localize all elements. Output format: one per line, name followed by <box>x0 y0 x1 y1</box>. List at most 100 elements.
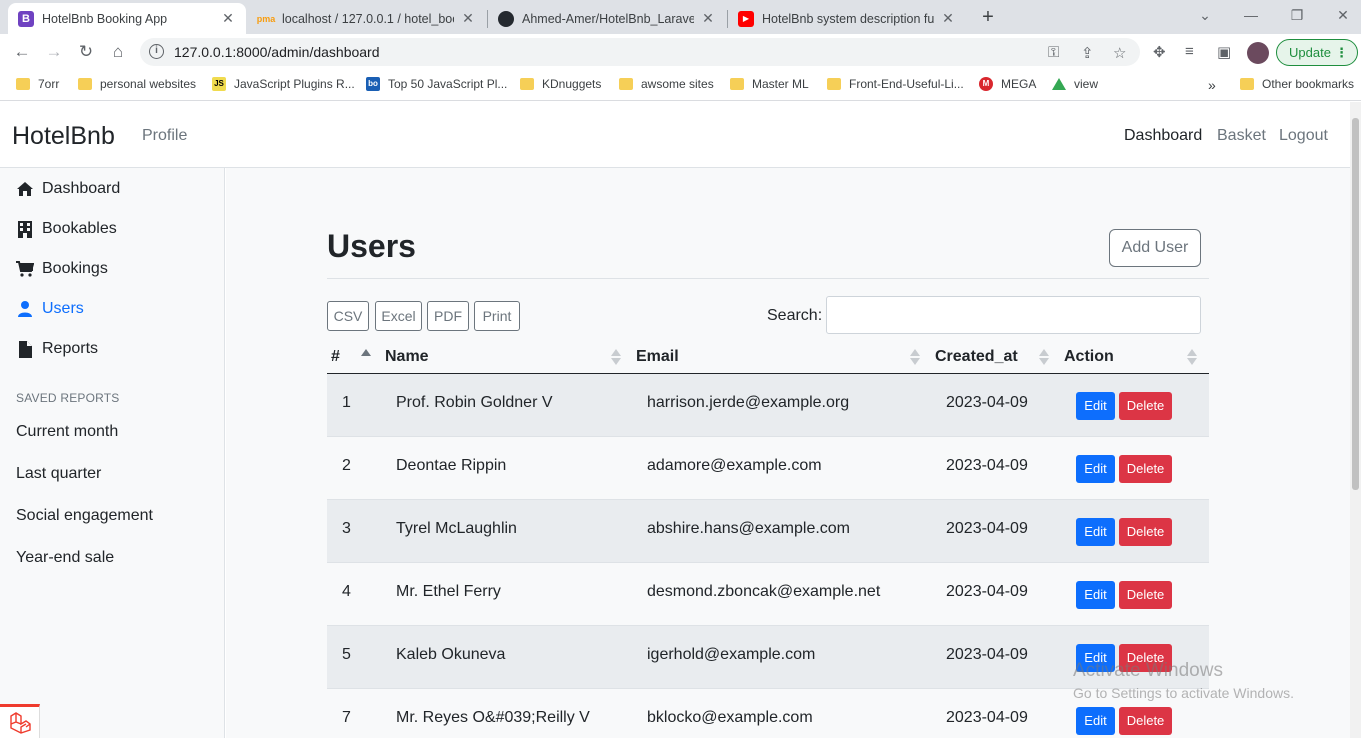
print-button[interactable]: Print <box>474 301 520 331</box>
folder-icon <box>520 78 534 90</box>
bookmark-item[interactable]: bo Top 50 JavaScript Pl... <box>366 77 507 91</box>
saved-report-current-month[interactable]: Current month <box>16 423 118 441</box>
column-header-name[interactable]: Name <box>385 348 429 366</box>
saved-report-last-quarter[interactable]: Last quarter <box>16 465 101 483</box>
update-button[interactable]: Update ⋮ <box>1276 39 1358 66</box>
add-user-button[interactable]: Add User <box>1109 229 1201 267</box>
table-row: 3 Tyrel McLaughlin abshire.hans@example.… <box>327 500 1209 563</box>
browser-tab[interactable]: pma localhost / 127.0.0.1 / hotel_book ✕ <box>248 3 486 34</box>
building-icon <box>16 220 34 238</box>
media-icon[interactable]: ≡ <box>1185 43 1194 60</box>
bookmark-item[interactable]: JS JavaScript Plugins R... <box>212 77 355 91</box>
column-header-created-at[interactable]: Created_at <box>935 348 1018 366</box>
close-tab-icon[interactable]: ✕ <box>220 10 236 27</box>
folder-icon <box>619 78 633 90</box>
cell-email: abshire.hans@example.com <box>647 520 851 537</box>
address-url[interactable]: 127.0.0.1:8000/admin/dashboard <box>174 44 380 60</box>
bookmark-star-icon[interactable]: ☆ <box>1113 44 1126 62</box>
back-button[interactable]: ← <box>10 41 34 63</box>
phpmyadmin-favicon-icon: pma <box>256 13 276 24</box>
folder-icon <box>827 78 841 90</box>
cell-id: 5 <box>342 646 351 663</box>
key-icon[interactable]: ⚿ <box>1048 44 1059 61</box>
edit-button[interactable]: Edit <box>1076 707 1115 735</box>
delete-button[interactable]: Delete <box>1119 455 1172 483</box>
sidebar-item-dashboard[interactable]: Dashboard <box>16 180 120 198</box>
tab-title: HotelBnb system description full <box>762 11 934 26</box>
bookmark-item[interactable]: KDnuggets <box>520 77 601 91</box>
sort-ascending-icon[interactable] <box>361 349 371 365</box>
column-header-email[interactable]: Email <box>636 348 679 366</box>
saved-report-social-engagement[interactable]: Social engagement <box>16 507 153 525</box>
home-button[interactable]: ⌂ <box>106 41 130 63</box>
close-window-button[interactable]: ✕ <box>1328 4 1358 26</box>
bookmark-item[interactable]: Other bookmarks <box>1240 77 1354 91</box>
share-icon[interactable]: ⇪ <box>1081 44 1094 62</box>
edit-button[interactable]: Edit <box>1076 518 1115 546</box>
sidebar-item-reports[interactable]: Reports <box>16 340 98 358</box>
bookmark-item[interactable]: view <box>1052 77 1098 91</box>
bookmark-label: Front-End-Useful-Li... <box>849 77 964 91</box>
sidebar-item-label: Reports <box>42 340 99 357</box>
bookmark-item[interactable]: Master ML <box>730 77 809 91</box>
browser-tab[interactable]: ▶ HotelBnb system description full ✕ <box>728 3 966 34</box>
scrollbar-thumb[interactable] <box>1352 118 1359 490</box>
restore-button[interactable]: ❐ <box>1282 4 1312 26</box>
site-info-icon[interactable]: i <box>149 44 164 59</box>
nav-profile-link[interactable]: Profile <box>142 127 187 145</box>
browser-tab[interactable]: B HotelBnb Booking App ✕ <box>8 3 246 34</box>
menu-dots-icon: ⋮ <box>1335 45 1348 60</box>
windows-activation-watermark: Activate Windows Go to Settings to activ… <box>1073 660 1294 701</box>
browser-tab[interactable]: Ahmed-Amer/HotelBnb_Laravel_ ✕ <box>488 3 726 34</box>
nav-dashboard-link[interactable]: Dashboard <box>1124 127 1202 145</box>
edit-button[interactable]: Edit <box>1076 392 1115 420</box>
bookmarks-overflow-button[interactable]: » <box>1208 77 1216 93</box>
edit-button[interactable]: Edit <box>1076 581 1115 609</box>
reload-button[interactable]: ↻ <box>74 41 98 63</box>
folder-icon <box>78 78 92 90</box>
laravel-debugbar-badge[interactable] <box>0 704 40 738</box>
delete-button[interactable]: Delete <box>1119 392 1172 420</box>
bookmark-item[interactable]: personal websites <box>78 77 196 91</box>
export-csv-button[interactable]: CSV <box>327 301 369 331</box>
saved-report-year-end-sale[interactable]: Year-end sale <box>16 549 114 567</box>
bookmark-item[interactable]: M MEGA <box>979 77 1036 91</box>
tab-search-icon[interactable]: ⌄ <box>1190 4 1220 26</box>
sort-icon[interactable] <box>1039 349 1049 365</box>
cell-created-at: 2023-04-09 <box>946 394 1028 411</box>
delete-button[interactable]: Delete <box>1119 518 1172 546</box>
close-tab-icon[interactable]: ✕ <box>700 10 716 27</box>
column-header-id[interactable]: # <box>331 348 340 366</box>
side-panel-icon[interactable]: ▣ <box>1217 43 1231 61</box>
bookmark-item[interactable]: 7orr <box>16 77 59 91</box>
bookmark-item[interactable]: Front-End-Useful-Li... <box>827 77 964 91</box>
sort-icon[interactable] <box>1187 349 1197 365</box>
brand-link[interactable]: HotelBnb <box>12 122 115 151</box>
address-bar[interactable]: i 127.0.0.1:8000/admin/dashboard ⚿ ⇪ ☆ <box>140 38 1140 66</box>
nav-basket-link[interactable]: Basket <box>1217 127 1266 145</box>
sort-icon[interactable] <box>910 349 920 365</box>
delete-button[interactable]: Delete <box>1119 707 1172 735</box>
sidebar-item-bookings[interactable]: Bookings <box>16 260 108 278</box>
sort-icon[interactable] <box>611 349 621 365</box>
sidebar-item-bookables[interactable]: Bookables <box>16 220 117 238</box>
minimize-button[interactable]: — <box>1236 4 1266 26</box>
new-tab-button[interactable]: + <box>976 5 1000 29</box>
profile-avatar[interactable] <box>1247 42 1269 64</box>
table-row: 1 Prof. Robin Goldner V harrison.jerde@e… <box>327 374 1209 437</box>
close-tab-icon[interactable]: ✕ <box>940 10 956 27</box>
nav-logout-link[interactable]: Logout <box>1279 127 1328 145</box>
export-excel-button[interactable]: Excel <box>375 301 422 331</box>
extensions-icon[interactable]: ✥ <box>1153 43 1166 61</box>
bookmark-item[interactable]: awsome sites <box>619 77 714 91</box>
forward-button[interactable]: → <box>42 41 66 63</box>
delete-button[interactable]: Delete <box>1119 581 1172 609</box>
sidebar-item-users[interactable]: Users <box>16 300 84 318</box>
page-scrollbar[interactable] <box>1350 102 1361 738</box>
export-pdf-button[interactable]: PDF <box>427 301 469 331</box>
column-header-action[interactable]: Action <box>1064 348 1114 366</box>
sidebar-item-label: Bookables <box>42 220 117 237</box>
edit-button[interactable]: Edit <box>1076 455 1115 483</box>
close-tab-icon[interactable]: ✕ <box>460 10 476 27</box>
search-input[interactable] <box>826 296 1201 334</box>
